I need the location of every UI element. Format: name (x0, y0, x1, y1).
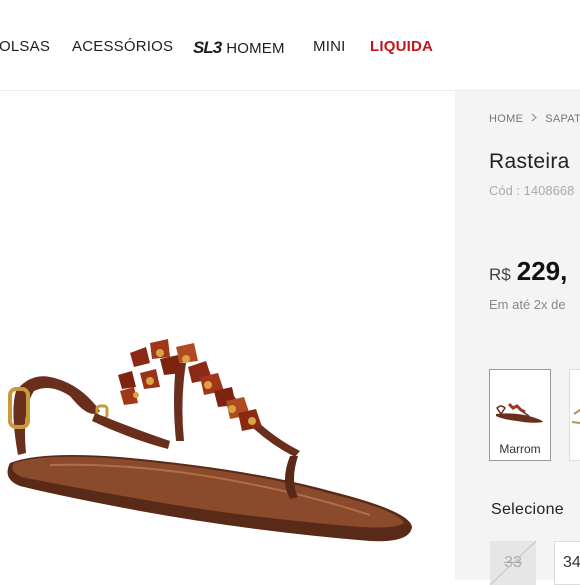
color-swatch-label: Marrom (499, 442, 541, 456)
installments-text: Em até 2x de (489, 297, 566, 312)
product-info-panel: HOME SAPAT Rasteira Cód : 1408668 R$ 229, … (455, 91, 580, 585)
size-label: 34 (563, 554, 580, 571)
nav-item-homem-label: HOMEM (226, 40, 285, 57)
sl3-logo: SL3 (193, 38, 222, 57)
nav-item-homem[interactable]: SL3 HOMEM (193, 38, 285, 58)
unavailable-strike-icon (490, 541, 536, 585)
nav-item-acessorios[interactable]: ACESSÓRIOS (72, 38, 173, 55)
sandal-image (7, 339, 413, 542)
sandal-thumbnail-icon (496, 402, 543, 423)
price-currency: R$ (489, 265, 511, 284)
nav-item-bolsas[interactable]: OLSAS (0, 38, 50, 55)
breadcrumb-category[interactable]: SAPAT (545, 113, 580, 125)
product-title: Rasteira (489, 150, 570, 173)
nav-item-mini[interactable]: MINI (313, 38, 345, 55)
nav-item-liquida[interactable]: LIQUIDA (370, 38, 433, 55)
chevron-right-icon (531, 113, 538, 125)
product-image[interactable] (0, 91, 455, 580)
product-price: R$ 229, (489, 256, 567, 287)
breadcrumb-home[interactable]: HOME (489, 113, 523, 125)
sandal-thumbnail-icon (571, 408, 580, 425)
color-swatch-next[interactable] (569, 369, 580, 461)
size-option-34[interactable]: 34 (554, 541, 580, 585)
size-select-label: Selecione (491, 501, 564, 518)
size-option-33: 33 (490, 541, 536, 585)
price-value: 229, (516, 256, 568, 286)
top-nav: OLSAS ACESSÓRIOS SL3 HOMEM MINI LIQUIDA (0, 0, 580, 91)
product-code: Cód : 1408668 (489, 183, 575, 198)
color-swatch-marrom[interactable]: Marrom (489, 369, 551, 461)
breadcrumb: HOME SAPAT (489, 113, 580, 125)
